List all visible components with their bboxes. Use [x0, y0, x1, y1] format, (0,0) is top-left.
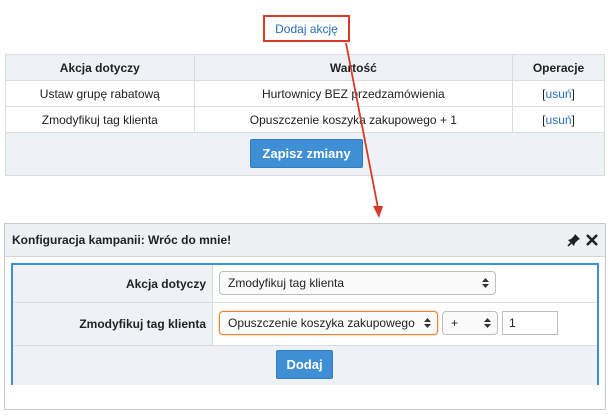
row-action: Ustaw grupę rabatową: [5, 80, 195, 107]
delete-link[interactable]: usuń: [546, 87, 572, 101]
delete-link[interactable]: usuń: [546, 113, 572, 127]
campaign-config-panel: Konfiguracja kampanii: Wróc do mnie! Akc…: [4, 223, 606, 410]
action-select[interactable]: Zmodyfikuj tag klienta: [219, 271, 496, 295]
chevron-updown-icon: [482, 278, 489, 288]
panel-header: Konfiguracja kampanii: Wróc do mnie!: [5, 224, 605, 257]
tag-select[interactable]: Opuszczenie koszyka zakupowego: [219, 311, 438, 335]
add-action-link[interactable]: Dodaj akcję: [275, 22, 338, 36]
action-form: Akcja dotyczy Zmodyfikuj tag klienta Zmo…: [11, 263, 599, 385]
actions-table: Akcja dotyczy Wartość Operacje Ustaw gru…: [5, 54, 605, 133]
row-action: Zmodyfikuj tag klienta: [5, 106, 195, 133]
chevron-updown-icon: [484, 318, 491, 328]
header-value: Wartość: [193, 54, 514, 81]
tag-select-value: Opuszczenie koszyka zakupowego: [228, 316, 415, 330]
form-row-action: Akcja dotyczy Zmodyfikuj tag klienta: [13, 265, 597, 303]
bracket-close: ]: [571, 112, 575, 127]
row-value: Opuszczenie koszyka zakupowego + 1: [193, 106, 514, 133]
form-footer: Dodaj: [13, 346, 597, 385]
header-action: Akcja dotyczy: [5, 54, 195, 81]
table-header-row: Akcja dotyczy Wartość Operacje: [5, 54, 605, 81]
bracket-close: ]: [571, 86, 575, 101]
operator-select-value: +: [451, 316, 459, 330]
panel-title: Konfiguracja kampanii: Wróc do mnie!: [12, 233, 232, 247]
panel-icons: [567, 233, 599, 247]
header-operations: Operacje: [512, 54, 605, 81]
actions-table-wrap: Akcja dotyczy Wartość Operacje Ustaw gru…: [5, 54, 605, 176]
close-icon[interactable]: [585, 233, 599, 247]
row-operations: [usuń]: [512, 106, 605, 133]
save-row: Zapisz zmiany: [5, 133, 605, 176]
save-changes-button[interactable]: Zapisz zmiany: [250, 139, 363, 168]
row-operations: [usuń]: [512, 80, 605, 107]
form-row-tag: Zmodyfikuj tag klienta Opuszczenie koszy…: [13, 303, 597, 346]
table-row: Ustaw grupę rabatową Hurtownicy BEZ prze…: [5, 80, 605, 107]
amount-input[interactable]: 1: [502, 311, 558, 335]
tag-cell: Opuszczenie koszyka zakupowego + 1: [213, 303, 597, 345]
pin-icon[interactable]: [567, 233, 581, 247]
action-select-value: Zmodyfikuj tag klienta: [228, 276, 345, 290]
operator-select[interactable]: +: [442, 311, 498, 335]
table-row: Zmodyfikuj tag klienta Opuszczenie koszy…: [5, 106, 605, 133]
row-value: Hurtownicy BEZ przedzamówienia: [193, 80, 514, 107]
action-cell: Zmodyfikuj tag klienta: [213, 265, 597, 302]
add-action-highlight: Dodaj akcję: [263, 15, 350, 42]
add-button[interactable]: Dodaj: [276, 350, 333, 379]
action-label: Akcja dotyczy: [13, 265, 213, 302]
chevron-updown-icon: [424, 318, 431, 328]
tag-label: Zmodyfikuj tag klienta: [13, 303, 213, 345]
